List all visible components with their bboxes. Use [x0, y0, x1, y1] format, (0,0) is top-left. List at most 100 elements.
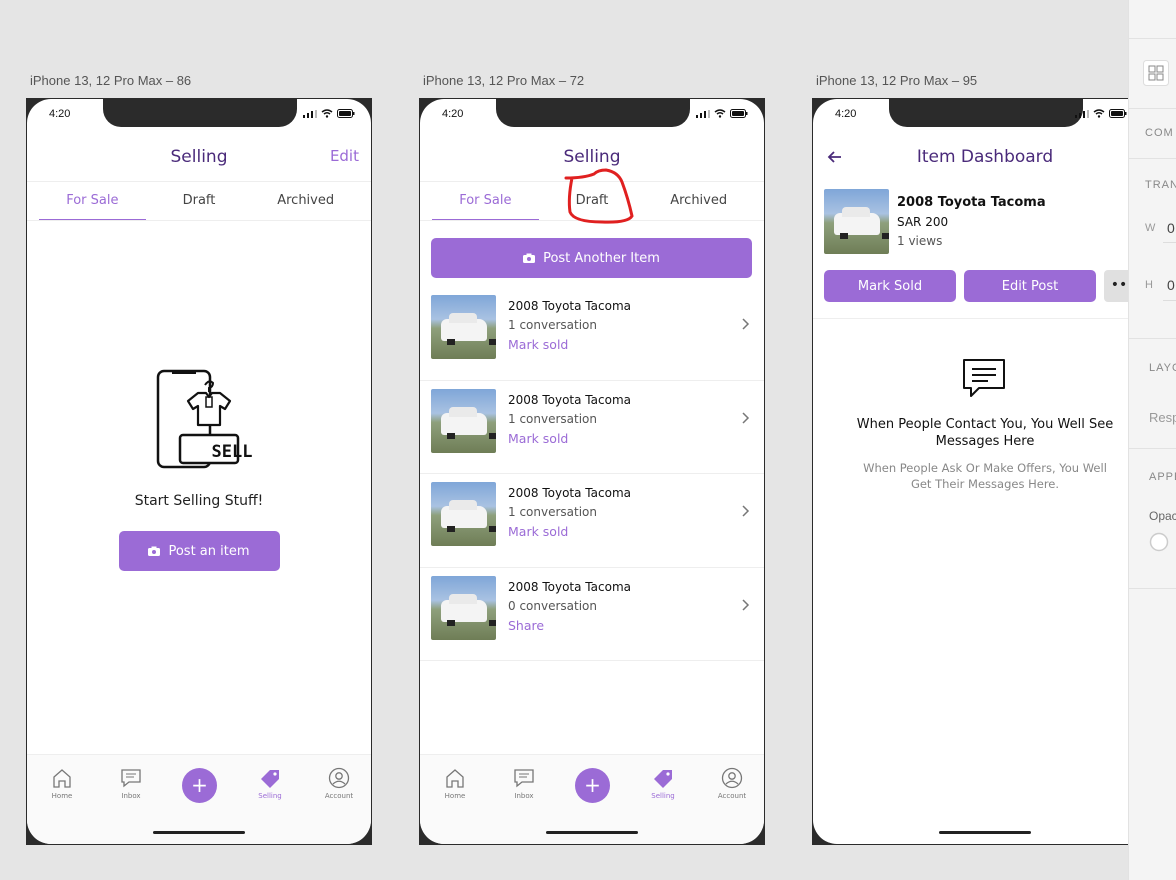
tab-bar: For Sale Draft Archived	[27, 181, 371, 221]
empty-messages-title: When People Contact You, You Well See Me…	[856, 417, 1114, 449]
height-input[interactable]: 0	[1167, 277, 1175, 293]
tab-draft[interactable]: Draft	[146, 182, 253, 220]
nav-account[interactable]: Account	[319, 767, 359, 800]
camera-icon	[523, 253, 536, 263]
page-title: Selling	[563, 147, 621, 167]
nav-selling-label: Selling	[258, 792, 282, 800]
battery-icon	[730, 109, 748, 118]
item-action-link[interactable]: Mark sold	[508, 524, 568, 539]
tab-archived[interactable]: Archived	[252, 182, 359, 220]
post-another-button[interactable]: Post Another Item	[431, 238, 752, 278]
header: Selling	[420, 143, 764, 183]
status-icons	[1075, 109, 1127, 118]
tab-for-sale[interactable]: For Sale	[432, 182, 539, 220]
car-thumbnail	[431, 295, 496, 359]
phone-empty-selling: 4:20 Selling Edit For Sale Draft Archive…	[26, 98, 372, 845]
list-item[interactable]: 2008 Toyota Tacoma 1 conversation Mark s…	[420, 474, 764, 568]
post-item-button[interactable]: Post an item	[118, 531, 280, 571]
signal-icon	[696, 109, 710, 118]
header: Selling Edit	[27, 143, 371, 183]
inspector-panel: COM TRAN W 0 H 0 LAYO Resp APPE Opac	[1128, 0, 1176, 880]
back-arrow-icon[interactable]	[825, 147, 845, 167]
car-thumbnail	[824, 189, 889, 254]
panel-section-label: APPE	[1149, 471, 1176, 483]
page-title: Item Dashboard	[916, 147, 1054, 167]
mark-sold-button[interactable]: Mark Sold	[824, 270, 956, 302]
nav-inbox[interactable]: Inbox	[111, 767, 151, 800]
user-icon	[328, 767, 350, 789]
list-item[interactable]: 2008 Toyota Tacoma 0 conversation Share	[420, 568, 764, 661]
chevron-right-icon	[742, 411, 750, 424]
panel-divider	[1129, 38, 1176, 39]
nav-selling[interactable]: Selling	[250, 767, 290, 800]
nav-home[interactable]: Home	[42, 767, 82, 800]
item-title: 2008 Toyota Tacoma	[897, 195, 1046, 210]
nav-add-button[interactable]: +	[575, 768, 610, 803]
screen: 4:20 Selling For Sale Draft Archived Pos…	[420, 99, 764, 844]
list-item[interactable]: 2008 Toyota Tacoma 1 conversation Mark s…	[420, 287, 764, 381]
item-action-link[interactable]: Mark sold	[508, 337, 568, 352]
home-indicator	[153, 831, 245, 834]
nav-selling-label: Selling	[651, 792, 675, 800]
notch	[103, 99, 297, 127]
edit-button[interactable]: Edit	[330, 147, 359, 165]
artboard-label-72[interactable]: iPhone 13, 12 Pro Max – 72	[423, 73, 584, 88]
nav-add-button[interactable]: +	[182, 768, 217, 803]
item-views: 1 views	[897, 234, 943, 248]
width-label: W	[1145, 222, 1156, 234]
nav-selling[interactable]: Selling	[643, 767, 683, 800]
artboard-label-95[interactable]: iPhone 13, 12 Pro Max – 95	[816, 73, 977, 88]
sell-badge: SELL	[212, 442, 253, 462]
chevron-right-icon	[742, 505, 750, 517]
item-action-link[interactable]: Mark sold	[508, 431, 568, 446]
nav-account-label: Account	[324, 792, 354, 800]
panel-divider	[1129, 448, 1176, 449]
nav-account[interactable]: Account	[712, 767, 752, 800]
input-underline	[1163, 242, 1176, 243]
phone-selling-list: 4:20 Selling For Sale Draft Archived Pos…	[419, 98, 765, 845]
nav-inbox[interactable]: Inbox	[504, 767, 544, 800]
car-thumbnail	[431, 575, 496, 640]
chevron-right-icon	[742, 318, 750, 330]
status-time: 4:20	[49, 108, 71, 120]
panel-section-label: TRAN	[1145, 179, 1176, 191]
item-title: 2008 Toyota Tacoma	[508, 579, 631, 594]
opacity-slider-knob[interactable]	[1149, 532, 1169, 552]
item-action-link[interactable]: Share	[508, 618, 544, 633]
header: Item Dashboard	[813, 143, 1128, 183]
more-options-button[interactable]: ••	[1104, 270, 1128, 302]
car-thumbnail	[431, 482, 496, 546]
tag-icon	[261, 770, 279, 788]
chevron-right-icon	[742, 598, 750, 611]
nav-inbox-label: Inbox	[514, 792, 534, 800]
home-icon	[53, 769, 71, 788]
notch	[496, 99, 690, 127]
artboard-label-86[interactable]: iPhone 13, 12 Pro Max – 86	[30, 73, 191, 88]
edit-post-button[interactable]: Edit Post	[964, 270, 1096, 302]
battery-icon	[1109, 109, 1127, 118]
empty-state-text: Start Selling Stuff!	[134, 493, 264, 509]
nav-inbox-label: Inbox	[121, 792, 141, 800]
nav-home[interactable]: Home	[435, 767, 475, 800]
signal-icon	[303, 109, 317, 118]
grid-icon[interactable]	[1143, 60, 1169, 86]
home-icon	[446, 769, 464, 788]
layout-responsive-text[interactable]: Resp	[1149, 410, 1176, 425]
car-thumbnail	[431, 388, 496, 453]
status-icons	[303, 109, 355, 118]
battery-icon	[337, 109, 355, 118]
nav-account-label: Account	[717, 792, 747, 800]
width-input[interactable]: 0	[1167, 220, 1175, 236]
panel-divider	[1129, 158, 1176, 159]
screen: 4:20 Selling Edit For Sale Draft Archive…	[27, 99, 371, 844]
post-item-label: Post an item	[168, 543, 250, 559]
tab-draft[interactable]: Draft	[539, 182, 646, 220]
item-title: 2008 Toyota Tacoma	[508, 486, 631, 500]
tab-for-sale[interactable]: For Sale	[39, 182, 146, 220]
list-item[interactable]: 2008 Toyota Tacoma 1 conversation Mark s…	[420, 381, 764, 474]
tab-archived[interactable]: Archived	[645, 182, 752, 220]
item-conversations: 1 conversation	[508, 411, 598, 426]
nav-home-label: Home	[51, 792, 73, 800]
item-conversations: 1 conversation	[508, 318, 598, 332]
user-icon	[721, 767, 743, 789]
